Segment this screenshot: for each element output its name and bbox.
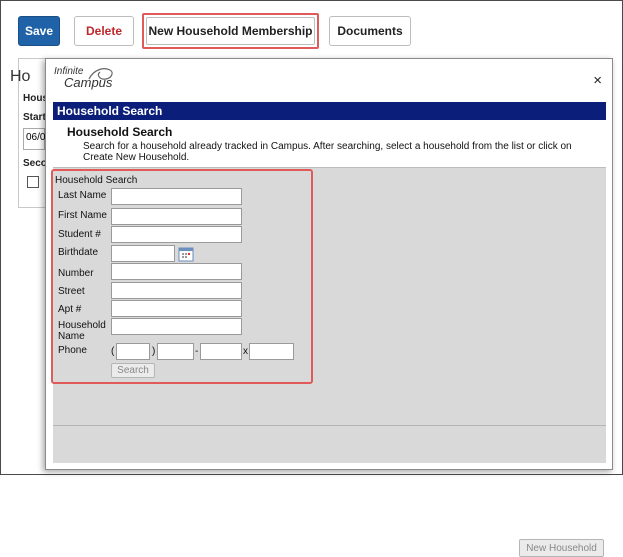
student-number-input[interactable] — [111, 226, 242, 243]
household-name-label-line-2: Name — [58, 331, 85, 342]
delete-button[interactable]: Delete — [74, 16, 134, 46]
apt-input[interactable] — [111, 300, 242, 317]
background-start-date-input[interactable]: 06/0 — [23, 128, 45, 150]
number-label: Number — [58, 268, 94, 279]
info-title: Household Search — [67, 125, 173, 139]
save-button[interactable]: Save — [18, 16, 60, 46]
birthdate-label: Birthdate — [58, 247, 99, 258]
info-section: Household Search Search for a household … — [53, 122, 606, 166]
phone-area-code-input[interactable] — [116, 343, 150, 360]
birthdate-input[interactable] — [111, 245, 175, 262]
new-household-button[interactable]: New Household — [519, 539, 604, 557]
first-name-label: First Name — [58, 210, 107, 221]
street-label: Street — [58, 286, 85, 297]
apt-label: Apt # — [58, 304, 82, 315]
background-label-secondary: Seco — [23, 158, 47, 169]
phone-ext-label: x — [243, 346, 248, 357]
background-label-start: Start — [23, 112, 46, 123]
phone-prefix-input[interactable] — [157, 343, 194, 360]
household-name-label-line-1: Household — [58, 320, 106, 331]
dialog-header: Infinite Campus × — [46, 59, 612, 99]
documents-button[interactable]: Documents — [329, 16, 411, 46]
info-text: Search for a household already tracked i… — [83, 141, 572, 163]
phone-close-paren: ) — [152, 346, 156, 357]
street-input[interactable] — [111, 282, 242, 299]
phone-open-paren: ( — [111, 346, 115, 357]
last-name-label: Last Name — [58, 190, 107, 201]
last-name-input[interactable] — [111, 188, 242, 205]
household-name-input[interactable] — [111, 318, 242, 335]
background-checkbox[interactable] — [27, 176, 39, 188]
student-number-label: Student # — [58, 229, 101, 240]
phone-dash: - — [195, 346, 199, 357]
logo-swoosh-icon — [88, 68, 113, 80]
search-form-title: Household Search — [55, 175, 138, 186]
phone-extension-input[interactable] — [249, 343, 294, 360]
phone-label: Phone — [58, 345, 87, 356]
phone-line-input[interactable] — [200, 343, 242, 360]
background-panel-title: Ho — [10, 68, 31, 85]
first-name-input[interactable] — [111, 208, 242, 225]
number-input[interactable] — [111, 263, 242, 280]
search-button[interactable]: Search — [111, 363, 155, 378]
new-household-membership-label: New Household Membership — [146, 17, 315, 45]
close-icon[interactable]: × — [593, 72, 602, 89]
new-household-membership-button[interactable]: New Household Membership — [142, 13, 319, 49]
calendar-icon[interactable] — [178, 246, 194, 262]
household-search-dialog: Infinite Campus × Household Search House… — [45, 58, 613, 557]
divider — [53, 425, 606, 426]
household-search-header-bar: Household Search — [53, 102, 606, 120]
